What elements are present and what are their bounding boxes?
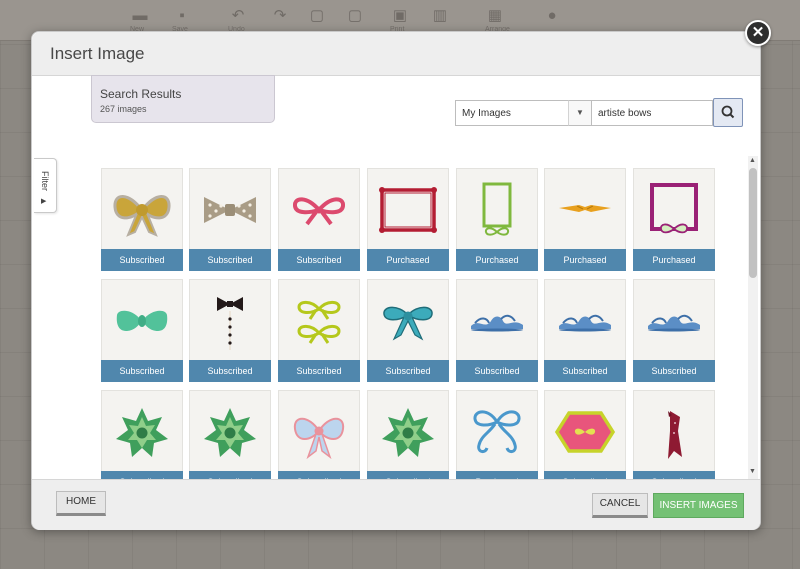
image-tile[interactable]: Subscribed [189, 390, 271, 480]
folder-icon[interactable]: ▬ [128, 4, 152, 28]
search-input[interactable] [592, 100, 713, 126]
undo-icon[interactable]: ↶ [226, 4, 250, 28]
tile-status-label: Purchased [367, 249, 449, 271]
green-gift-bow-icon [194, 399, 266, 465]
circle-icon[interactable]: ● [540, 4, 564, 28]
image-tile[interactable]: Purchased [456, 168, 538, 271]
teal-ribbon-bow-icon [372, 288, 444, 354]
image-source-value: My Images [462, 108, 511, 119]
image-tile[interactable]: Subscribed [456, 279, 538, 382]
search-icon [721, 105, 735, 119]
image-tile[interactable]: Subscribed [367, 279, 449, 382]
tile-status-label: Subscribed [189, 360, 271, 382]
image-tile[interactable]: Subscribed [367, 390, 449, 480]
tile-status-label: Subscribed [101, 249, 183, 271]
green-bow-frame-icon [461, 177, 533, 243]
blue-swirl-icon [549, 288, 621, 354]
tile-status-label: Purchased [544, 249, 626, 271]
gold-bow-icon [106, 177, 178, 243]
image-tile[interactable]: Subscribed [633, 279, 715, 382]
pastel-bow-icon [283, 399, 355, 465]
tile-status-label: Subscribed [544, 360, 626, 382]
image-frame-icon[interactable]: ▣ [388, 4, 412, 28]
blue-curly-bow-icon [461, 399, 533, 465]
scroll-thumb[interactable] [749, 168, 757, 278]
dialog-footer: HOME CANCEL INSERT IMAGES [32, 479, 760, 530]
image-tile[interactable]: Subscribed [189, 168, 271, 271]
search-button[interactable] [713, 98, 743, 127]
ungroup-icon[interactable]: ▢ [343, 4, 367, 28]
red-frame-icon [372, 177, 444, 243]
grid-icon[interactable]: ▦ [483, 4, 507, 28]
search-results-title: Search Results [100, 87, 182, 101]
image-tile[interactable]: Subscribed [278, 390, 360, 480]
tile-status-label: Subscribed [633, 360, 715, 382]
group-icon[interactable]: ▢ [305, 4, 329, 28]
image-tile[interactable]: Purchased [544, 168, 626, 271]
scrollbar[interactable]: ▲ ▼ [748, 156, 758, 480]
search-results-count: 267 images [100, 104, 147, 114]
filter-arrow-icon: ▶ [41, 198, 47, 205]
image-tile[interactable]: Subscribed [633, 390, 715, 480]
image-tile[interactable]: Subscribed [101, 168, 183, 271]
tile-status-label: Subscribed [101, 360, 183, 382]
filter-label: Filter [40, 171, 50, 191]
teal-bowtie-icon [106, 288, 178, 354]
image-tile[interactable]: Purchased [456, 390, 538, 480]
chevron-down-icon[interactable]: ▼ [568, 100, 592, 126]
maroon-ribbon-icon [638, 399, 710, 465]
pink-ribbon-bow-icon [283, 177, 355, 243]
image-tile[interactable]: Subscribed [278, 168, 360, 271]
filter-tab[interactable]: Filter ▶ [34, 158, 57, 213]
image-tile[interactable]: Subscribed [101, 390, 183, 480]
dialog-header: Insert Image [32, 32, 760, 76]
green-gift-bow-icon [372, 399, 444, 465]
scroll-up-icon[interactable]: ▲ [749, 157, 756, 164]
tile-status-label: Purchased [633, 249, 715, 271]
image-grid: Subscribed Subscribed Subscribed Purchased P… [94, 156, 746, 480]
dialog-title: Insert Image [50, 44, 145, 63]
image-tile[interactable]: Subscribed [189, 279, 271, 382]
close-icon[interactable]: ✕ [745, 20, 771, 46]
cancel-button[interactable]: CANCEL [592, 493, 648, 518]
polka-dot-bowtie-icon [194, 177, 266, 243]
layers-icon[interactable]: ▥ [428, 4, 452, 28]
blue-swirl-icon [638, 288, 710, 354]
pink-hexagon-bow-icon [549, 399, 621, 465]
tile-status-label: Subscribed [456, 360, 538, 382]
image-tile[interactable]: Subscribed [101, 279, 183, 382]
tile-status-label: Subscribed [367, 360, 449, 382]
image-tile[interactable]: Purchased [367, 168, 449, 271]
green-gift-bow-icon [106, 399, 178, 465]
save-icon[interactable]: ▪ [170, 4, 194, 28]
tuxedo-bowtie-icon [194, 288, 266, 354]
tile-status-label: Subscribed [278, 249, 360, 271]
tile-status-label: Subscribed [189, 249, 271, 271]
tile-status-label: Purchased [456, 249, 538, 271]
home-button[interactable]: HOME [56, 491, 106, 516]
orange-ribbon-icon [549, 177, 621, 243]
blue-swirl-icon [461, 288, 533, 354]
insert-image-dialog: Insert Image Search Results 267 images M… [31, 31, 761, 530]
image-tile[interactable]: Purchased [633, 168, 715, 271]
search-results-panel: Search Results 267 images [91, 75, 275, 123]
insert-images-button[interactable]: INSERT IMAGES [653, 493, 744, 518]
redo-icon[interactable]: ↷ [268, 4, 292, 28]
scroll-down-icon[interactable]: ▼ [749, 468, 756, 475]
image-tile[interactable]: Subscribed [278, 279, 360, 382]
lime-double-bow-icon [283, 288, 355, 354]
image-tile[interactable]: Subscribed [544, 390, 626, 480]
tile-status-label: Subscribed [278, 360, 360, 382]
purple-bow-frame-icon [638, 177, 710, 243]
image-tile[interactable]: Subscribed [544, 279, 626, 382]
